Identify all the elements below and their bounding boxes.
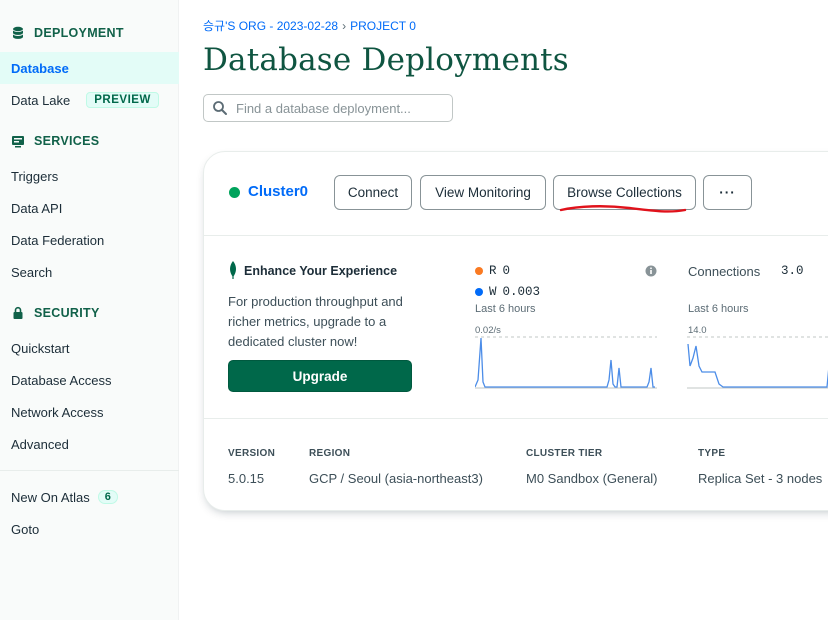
section-deployment: DEPLOYMENT xyxy=(11,26,124,40)
read-dot xyxy=(475,267,483,275)
breadcrumb-org[interactable]: 승규'S ORG - 2023-02-28 xyxy=(203,17,338,34)
read-label: R xyxy=(489,264,497,278)
cluster-card-footer-divider xyxy=(204,418,828,419)
sidebar-item-label: Network Access xyxy=(11,404,104,420)
write-dot xyxy=(475,288,483,296)
sidebar-item-database[interactable]: Database xyxy=(0,52,179,84)
sidebar-item-label: Triggers xyxy=(11,168,59,184)
version-value: 5.0.15 xyxy=(228,471,265,486)
section-security: SECURITY xyxy=(11,306,100,320)
section-label: SECURITY xyxy=(34,306,100,320)
preview-badge: PREVIEW xyxy=(86,92,159,108)
sidebar: DEPLOYMENT Database Data Lake PREVIEW SE… xyxy=(0,0,179,620)
legend-write: W 0.003 xyxy=(475,285,540,299)
sidebar-item-label: Database xyxy=(11,60,69,76)
page-title: Database Deployments xyxy=(203,42,569,78)
sidebar-item-advanced[interactable]: Advanced xyxy=(0,428,179,460)
legend-read: R 0 xyxy=(475,264,510,278)
sidebar-item-new-on-atlas[interactable]: New On Atlas 6 xyxy=(0,481,179,513)
sidebar-item-database-access[interactable]: Database Access xyxy=(0,364,179,396)
breadcrumb-separator: › xyxy=(342,18,347,33)
promo-title: Enhance Your Experience xyxy=(244,264,398,278)
ops-period-label: Last 6 hours xyxy=(475,303,536,315)
cluster-card: Cluster0 Connect View Monitoring Browse … xyxy=(203,151,828,511)
cluster-status-dot xyxy=(229,187,240,198)
lock-icon xyxy=(13,306,23,319)
connections-sparkline xyxy=(687,336,828,389)
search-icon xyxy=(213,101,227,115)
region-label: REGION xyxy=(309,448,351,459)
write-value: 0.003 xyxy=(502,285,541,299)
sidebar-item-data-api[interactable]: Data API xyxy=(0,192,179,224)
connect-button[interactable]: Connect xyxy=(334,175,412,210)
section-services: SERVICES xyxy=(11,134,99,148)
ops-max-tick: 0.02/s xyxy=(475,325,501,336)
sidebar-item-triggers[interactable]: Triggers xyxy=(0,160,179,192)
breadcrumb: 승규'S ORG - 2023-02-28 › PROJECT 0 xyxy=(203,17,416,34)
section-label: DEPLOYMENT xyxy=(34,26,124,40)
connections-period-label: Last 6 hours xyxy=(688,303,749,315)
cluster-card-header: Cluster0 Connect View Monitoring Browse … xyxy=(204,152,828,236)
connections-max-tick: 14.0 xyxy=(688,325,707,336)
sidebar-item-search[interactable]: Search xyxy=(0,256,179,288)
sidebar-item-quickstart[interactable]: Quickstart xyxy=(0,332,179,364)
region-value: GCP / Seoul (asia-northeast3) xyxy=(309,471,483,486)
sidebar-item-label: Data Lake xyxy=(11,92,71,108)
search-input[interactable] xyxy=(236,100,446,116)
connections-value: 3.0 xyxy=(781,264,804,278)
more-options-button[interactable]: ··· xyxy=(703,175,752,210)
mongodb-leaf-icon xyxy=(230,261,236,279)
section-label: SERVICES xyxy=(34,134,100,148)
info-icon[interactable] xyxy=(645,265,657,277)
red-annotation-underline xyxy=(559,205,687,213)
type-label: TYPE xyxy=(698,448,726,459)
sidebar-divider xyxy=(0,470,179,471)
promo-text: For production throughput and richer met… xyxy=(228,294,403,349)
sidebar-item-data-federation[interactable]: Data Federation xyxy=(0,224,179,256)
sidebar-item-label: Quickstart xyxy=(11,340,70,356)
count-badge: 6 xyxy=(97,490,118,504)
version-label: VERSION xyxy=(228,448,276,459)
connections-label: Connections xyxy=(688,264,761,279)
sidebar-item-label: Data API xyxy=(11,200,63,216)
database-icon xyxy=(13,26,23,39)
sidebar-item-data-lake[interactable]: Data Lake PREVIEW xyxy=(0,84,179,116)
view-monitoring-button[interactable]: View Monitoring xyxy=(420,175,546,210)
breadcrumb-project[interactable]: PROJECT 0 xyxy=(350,19,416,33)
read-value: 0 xyxy=(502,264,511,278)
sidebar-item-label: Database Access xyxy=(11,372,112,388)
sidebar-item-network-access[interactable]: Network Access xyxy=(0,396,179,428)
write-label: W xyxy=(489,285,497,299)
cluster-tier-label: CLUSTER TIER xyxy=(526,448,603,459)
services-icon xyxy=(12,136,24,148)
cluster-tier-value: M0 Sandbox (General) xyxy=(526,471,658,486)
ops-sparkline xyxy=(475,336,657,389)
search-box[interactable] xyxy=(203,94,453,122)
cluster-name-link[interactable]: Cluster0 xyxy=(248,183,308,200)
sidebar-item-label: Goto xyxy=(11,521,40,537)
upgrade-button[interactable]: Upgrade xyxy=(228,360,412,392)
type-value: Replica Set - 3 nodes xyxy=(698,471,823,486)
sidebar-item-label: Search xyxy=(11,264,53,280)
sidebar-item-label: New On Atlas xyxy=(11,489,90,505)
sidebar-item-label: Data Federation xyxy=(11,232,105,248)
sidebar-item-label: Advanced xyxy=(11,436,69,452)
sidebar-item-goto[interactable]: Goto xyxy=(0,513,179,545)
